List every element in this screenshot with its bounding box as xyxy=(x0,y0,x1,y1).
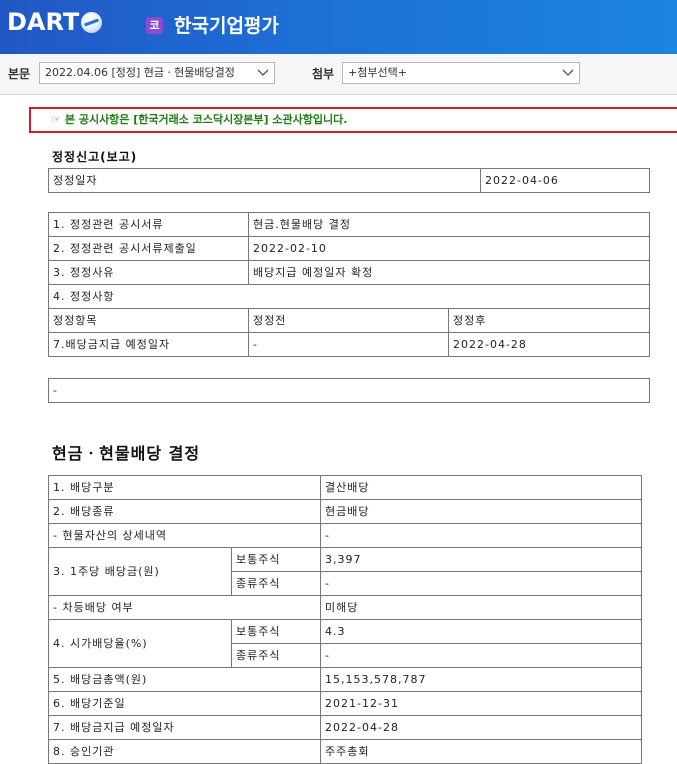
preferred-stock-label: 종류주식 xyxy=(230,571,322,596)
correction-filed-date-label: 2. 정정관련 공시서류제출일 xyxy=(48,236,249,261)
dividend-kind-value: 현금배당 xyxy=(320,499,643,524)
dividend-table: 1. 배당구분 결산배당 2. 배당종류 현금배당 - 현물자산의 상세내역 -… xyxy=(47,475,643,764)
dividend-per-share-label: 3. 1주당 배당금(원) xyxy=(48,547,232,596)
correction-items-label: 4. 정정사항 xyxy=(47,284,651,309)
table-row: 2. 정정관련 공시서류제출일 2022-02-10 xyxy=(48,236,651,261)
table-row: 정정항목 정정전 정정후 xyxy=(48,308,651,333)
column-header-after: 정정후 xyxy=(447,308,651,333)
correction-remark: - xyxy=(48,378,650,403)
common-stock-label: 보통주식 xyxy=(230,619,322,644)
table-row: 정정일자 2022-04-06 xyxy=(48,168,650,193)
change-before: - xyxy=(248,332,449,357)
table-row: 5. 배당금총액(원) 15,153,578,787 xyxy=(47,667,643,692)
table-row: 1. 정정관련 공시서류 현금.현물배당 결정 xyxy=(48,212,651,237)
record-date-value: 2021-12-31 xyxy=(320,691,643,716)
chevron-down-icon xyxy=(257,69,269,76)
correction-remark-table: - xyxy=(48,378,650,403)
dividend-yield-preferred: - xyxy=(320,643,643,668)
dividend-per-share-preferred: - xyxy=(320,571,643,596)
table-row: 7.배당금지급 예정일자 - 2022-04-28 xyxy=(48,332,651,357)
table-row: 2. 배당종류 현금배당 xyxy=(47,499,643,524)
column-header-before: 정정전 xyxy=(248,308,449,333)
table-row: 6. 배당기준일 2021-12-31 xyxy=(47,691,643,716)
table-row: 4. 정정사항 xyxy=(47,284,651,309)
globe-icon xyxy=(81,12,103,33)
correction-detail-table: 1. 정정관련 공시서류 현금.현물배당 결정 2. 정정관련 공시서류제출일 … xyxy=(47,212,651,357)
attachment-select-value: +첨부선택+ xyxy=(348,66,407,79)
table-row: 1. 배당구분 결산배당 xyxy=(47,475,643,500)
total-dividend-value: 15,153,578,787 xyxy=(320,667,643,692)
differential-dividend-label: - 차등배당 여부 xyxy=(47,595,322,620)
table-row: 8. 승인기관 주주총회 xyxy=(47,739,643,764)
dividend-per-share-common: 3,397 xyxy=(320,547,643,572)
table-row: 3. 정정사유 배당지급 예정일자 확정 xyxy=(48,260,651,285)
dividend-yield-common: 4.3 xyxy=(320,619,643,644)
common-stock-label: 보통주식 xyxy=(230,547,322,572)
dividend-type-value: 결산배당 xyxy=(320,475,643,500)
correction-reason-value: 배당지급 예정일자 확정 xyxy=(247,260,651,285)
correction-title: 정정신고(보고) xyxy=(52,150,138,164)
table-row: 7. 배당금지급 예정일자 2022-04-28 xyxy=(47,715,643,740)
main-doc-select-value: 2022.04.06 [정정] 현금ㆍ현물배당결정 xyxy=(45,66,235,79)
correction-filed-date-value: 2022-02-10 xyxy=(247,236,651,261)
change-after: 2022-04-28 xyxy=(447,332,651,357)
approval-body-value: 주주총회 xyxy=(320,739,643,764)
dividend-kind-label: 2. 배당종류 xyxy=(47,499,322,524)
in-kind-asset-label: - 현물자산의 상세내역 xyxy=(47,523,322,548)
total-dividend-label: 5. 배당금총액(원) xyxy=(47,667,322,692)
company-name: 한국기업평가 xyxy=(174,15,279,37)
attachment-label: 첨부 xyxy=(312,67,335,81)
main-doc-label: 본문 xyxy=(8,67,31,81)
change-item: 7.배당금지급 예정일자 xyxy=(48,332,249,357)
table-row: - 현물자산의 상세내역 - xyxy=(47,523,643,548)
document-toolbar: 본문 2022.04.06 [정정] 현금ㆍ현물배당결정 첨부 +첨부선택+ xyxy=(0,54,677,95)
payment-date-label: 7. 배당금지급 예정일자 xyxy=(47,715,322,740)
jurisdiction-notice: ☞ 본 공시사항은 [한국거래소 코스닥시장본부] 소관사항입니다. xyxy=(29,107,677,133)
logo-text: DART xyxy=(7,8,80,36)
dart-header: DART 코 한국기업평가 xyxy=(0,0,677,54)
dividend-title: 현금ㆍ현물배당 결정 xyxy=(52,444,201,463)
payment-date-value: 2022-04-28 xyxy=(320,715,643,740)
correction-doc-value: 현금.현물배당 결정 xyxy=(247,212,651,237)
dart-logo[interactable]: DART xyxy=(7,7,103,37)
correction-date-label: 정정일자 xyxy=(48,168,481,193)
column-header-item: 정정항목 xyxy=(48,308,249,333)
dividend-yield-label: 4. 시가배당율(%) xyxy=(48,619,232,668)
attachment-select[interactable]: +첨부선택+ xyxy=(342,62,580,84)
table-row: - 차등배당 여부 미해당 xyxy=(47,595,643,620)
correction-doc-label: 1. 정정관련 공시서류 xyxy=(48,212,249,237)
table-row: 3. 1주당 배당금(원) 보통주식 3,397 xyxy=(48,547,643,596)
correction-reason-label: 3. 정정사유 xyxy=(48,260,249,285)
table-row: - xyxy=(48,378,650,403)
preferred-stock-label: 종류주식 xyxy=(230,643,322,668)
pointing-hand-icon: ☞ xyxy=(51,113,61,126)
correction-date-value: 2022-04-06 xyxy=(480,168,650,193)
notice-text: 본 공시사항은 [한국거래소 코스닥시장본부] 소관사항입니다. xyxy=(64,113,348,126)
correction-date-table: 정정일자 2022-04-06 xyxy=(48,168,650,193)
dividend-type-label: 1. 배당구분 xyxy=(47,475,322,500)
table-row: 4. 시가배당율(%) 보통주식 4.3 xyxy=(48,619,643,668)
main-doc-select[interactable]: 2022.04.06 [정정] 현금ㆍ현물배당결정 xyxy=(39,62,275,84)
chevron-down-icon xyxy=(562,69,574,76)
differential-dividend-value: 미해당 xyxy=(320,595,643,620)
approval-body-label: 8. 승인기관 xyxy=(47,739,322,764)
record-date-label: 6. 배당기준일 xyxy=(47,691,322,716)
in-kind-asset-value: - xyxy=(320,523,643,548)
corp-class-badge: 코 xyxy=(146,17,163,34)
